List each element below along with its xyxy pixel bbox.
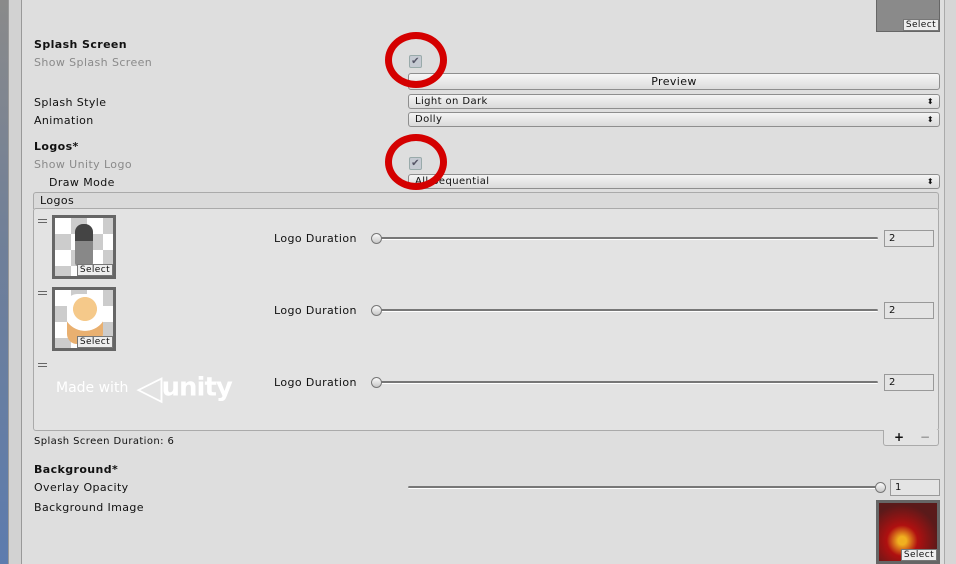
logo-duration-slider[interactable] bbox=[376, 309, 878, 312]
slider-knob[interactable] bbox=[371, 233, 382, 244]
drag-handle-icon[interactable] bbox=[38, 219, 47, 223]
slider-knob[interactable] bbox=[371, 377, 382, 388]
left-scrollbar[interactable] bbox=[8, 0, 22, 564]
dropdown-arrow-icon: ⬍ bbox=[926, 115, 934, 124]
select-button[interactable]: Select bbox=[76, 264, 113, 276]
animation-label: Animation bbox=[34, 114, 94, 127]
remove-logo-button[interactable]: − bbox=[920, 430, 930, 444]
overlay-opacity-slider[interactable] bbox=[408, 486, 882, 489]
logo-duration-field[interactable]: 2 bbox=[884, 302, 934, 319]
show-unity-logo-label: Show Unity Logo bbox=[34, 158, 132, 171]
background-image-label: Background Image bbox=[34, 501, 144, 514]
preview-button[interactable]: Preview bbox=[408, 73, 940, 90]
logos-section-title: Logos* bbox=[34, 140, 79, 153]
splash-style-label: Splash Style bbox=[34, 96, 107, 109]
background-section-title: Background* bbox=[34, 463, 119, 476]
splash-section-title: Splash Screen bbox=[34, 38, 128, 51]
overlay-opacity-label: Overlay Opacity bbox=[34, 481, 129, 494]
list-footer: + − bbox=[883, 430, 939, 446]
top-thumbnail[interactable]: Select bbox=[876, 0, 940, 32]
add-logo-button[interactable]: + bbox=[894, 430, 904, 444]
show-splash-label: Show Splash Screen bbox=[34, 56, 153, 69]
right-scrollbar[interactable] bbox=[944, 0, 956, 564]
select-button[interactable]: Select bbox=[902, 19, 939, 31]
splash-style-dropdown[interactable]: Light on Dark ⬍ bbox=[408, 94, 940, 109]
annotation-circle bbox=[385, 32, 447, 88]
made-with-unity-logo: Made with ◁unity bbox=[56, 368, 233, 408]
select-button[interactable]: Select bbox=[76, 336, 113, 348]
unity-cube-icon: ◁ bbox=[136, 368, 162, 408]
logo-duration-field[interactable]: 2 bbox=[884, 374, 934, 391]
logos-list-header: Logos bbox=[33, 192, 939, 209]
animation-dropdown[interactable]: Dolly ⬍ bbox=[408, 112, 940, 127]
logo-thumbnail[interactable]: Select bbox=[52, 287, 116, 351]
draw-mode-dropdown[interactable]: All Sequential ⬍ bbox=[408, 174, 940, 189]
logo-duration-slider[interactable] bbox=[376, 237, 878, 240]
drag-handle-icon[interactable] bbox=[38, 363, 47, 367]
logo-sprite bbox=[75, 224, 93, 266]
drag-handle-icon[interactable] bbox=[38, 291, 47, 295]
slider-knob[interactable] bbox=[371, 305, 382, 316]
select-button[interactable]: Select bbox=[900, 549, 937, 561]
overlay-opacity-field[interactable]: 1 bbox=[890, 479, 940, 496]
dropdown-arrow-icon: ⬍ bbox=[926, 177, 934, 186]
logo-thumbnail[interactable]: Select bbox=[52, 215, 116, 279]
splash-duration-total: Splash Screen Duration: 6 bbox=[34, 436, 175, 447]
logo-duration-field[interactable]: 2 bbox=[884, 230, 934, 247]
logo-duration-label: Logo Duration bbox=[274, 304, 357, 317]
logo-duration-label: Logo Duration bbox=[274, 232, 357, 245]
draw-mode-label: Draw Mode bbox=[49, 176, 115, 189]
background-image-thumbnail[interactable]: Select bbox=[876, 500, 940, 564]
slider-knob[interactable] bbox=[875, 482, 886, 493]
logo-duration-label: Logo Duration bbox=[274, 376, 357, 389]
annotation-circle bbox=[385, 134, 447, 190]
left-panel-edge bbox=[0, 0, 8, 564]
logo-duration-slider[interactable] bbox=[376, 381, 878, 384]
dropdown-arrow-icon: ⬍ bbox=[926, 97, 934, 106]
